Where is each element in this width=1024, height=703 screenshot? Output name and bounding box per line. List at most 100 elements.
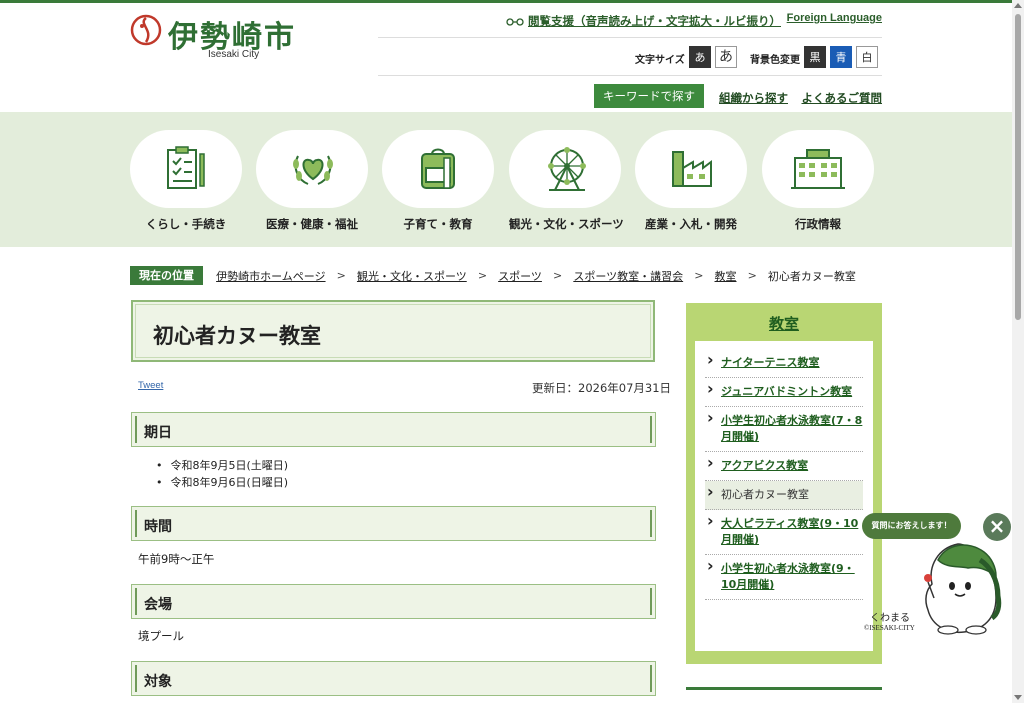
breadcrumb-separator: > (553, 269, 563, 282)
section-heading-text: 対象 (144, 674, 172, 690)
nav-icon-circle (762, 130, 874, 208)
utility-bar-middle: 文字サイズ あ あ 背景色変更 黒 青 白 (378, 38, 882, 76)
reader-support-label: 閲覧支援（音声読み上げ・文字拡大・ルビ振り） (528, 14, 781, 28)
site-name-en: Isesaki City (208, 49, 260, 60)
factory-icon (672, 151, 712, 187)
bg-white-button[interactable]: 白 (856, 46, 878, 68)
tweet-button[interactable]: Tweet (138, 380, 163, 391)
sidebar-item[interactable]: 大人ピラティス教室(9・10月開催) (705, 510, 863, 555)
close-icon[interactable]: × (983, 513, 1011, 541)
nav-icon-circle (509, 130, 621, 208)
checklist-icon (167, 146, 205, 189)
sidebar-item-current: 初心者カヌー教室 (705, 481, 863, 510)
date-list: 令和8年9月5日(土曜日) 令和8年9月6日(日曜日) (156, 457, 289, 491)
heart-laurel-icon (293, 155, 333, 185)
time-text: 午前9時〜正午 (138, 552, 215, 566)
breadcrumb-separator: > (336, 269, 346, 282)
font-size-label: 文字サイズ (635, 55, 685, 66)
nav-icon-circle (382, 130, 494, 208)
breadcrumb: 現在の位置 伊勢崎市ホームページ > 観光・文化・スポーツ > スポーツ > ス… (130, 265, 856, 285)
page-title: 初心者カヌー教室 (153, 324, 321, 348)
breadcrumb-separator: > (694, 269, 704, 282)
updated-date: 更新日：2026年07月31日 (532, 381, 672, 395)
mascot-speech-bubble[interactable]: 質問にお答えします！ (862, 513, 961, 539)
font-size-large-button[interactable]: あ (715, 46, 737, 68)
bg-color-label: 背景色変更 (750, 55, 800, 66)
nav-icon-circle (256, 130, 368, 208)
nav-icon-circle (635, 130, 747, 208)
bg-blue-button[interactable]: 青 (830, 46, 852, 68)
sidebar-item[interactable]: アクアビクス教室 (705, 452, 863, 481)
nav-label: 医療・健康・福祉 (266, 217, 358, 231)
scroll-thumb[interactable] (1015, 14, 1021, 320)
section-heading-text: 期日 (144, 425, 172, 441)
sidebar-item-label: 初心者カヌー教室 (721, 488, 809, 501)
sidebar-menu: 教室 ナイターテニス教室 ジュニアバドミントン教室 小学生初心者水泳教室(7・8… (686, 303, 882, 664)
mascot-kuwamaru-icon[interactable] (918, 540, 1002, 636)
sidebar-item-label: アクアビクス教室 (721, 459, 809, 472)
page-scrollbar[interactable] (1012, 0, 1024, 703)
sidebar-item-label: ナイターテニス教室 (721, 356, 820, 369)
breadcrumb-current: 初心者カヌー教室 (767, 269, 856, 283)
sidebar-item-label: 大人ピラティス教室(9・10月開催) (721, 517, 859, 546)
section-heading-time: 時間 (131, 506, 656, 541)
sidebar-item-label: ジュニアバドミントン教室 (721, 385, 853, 398)
nav-item-health[interactable]: 医療・健康・福祉 (256, 130, 368, 232)
org-search-link[interactable]: 組織から探す (719, 90, 788, 106)
nav-item-childcare[interactable]: 子育て・教育 (382, 130, 494, 232)
keyword-search-button[interactable]: キーワードで探す (594, 84, 704, 108)
nav-item-tourism[interactable]: 観光・文化・スポーツ (509, 130, 624, 232)
font-size-standard-button[interactable]: あ (689, 46, 711, 68)
top-accent-line (0, 0, 1012, 3)
list-item: 令和8年9月5日(土曜日) (156, 457, 289, 474)
sidebar-item[interactable]: ジュニアバドミントン教室 (705, 378, 863, 407)
utility-bar-bottom: キーワードで探す 組織から探す よくあるご質問 (378, 84, 882, 110)
nav-item-administration[interactable]: 行政情報 (762, 130, 874, 232)
global-nav: くらし・手続き 医療・健康・福祉 子育て・教育 観光・文化・スポーツ 産業・入札… (0, 112, 1012, 247)
sidebar-title[interactable]: 教室 (686, 313, 882, 334)
sidebar-item-label: 小学生初心者水泳教室(9・10月開催) (721, 562, 855, 591)
sidebar-item[interactable]: 小学生初心者水泳教室(9・10月開催) (705, 555, 863, 600)
foreign-language-link[interactable]: Foreign Language (787, 12, 882, 24)
nav-icon-circle (130, 130, 242, 208)
faq-link[interactable]: よくあるご質問 (802, 90, 883, 106)
breadcrumb-link[interactable]: 伊勢崎市ホームページ (216, 268, 325, 284)
breadcrumb-link[interactable]: 教室 (715, 268, 737, 284)
sidebar-item[interactable]: 小学生初心者水泳教室(7・8月開催) (705, 407, 863, 452)
sidebar-list: ナイターテニス教室 ジュニアバドミントン教室 小学生初心者水泳教室(7・8月開催… (695, 341, 873, 651)
section-heading-target: 対象 (131, 661, 656, 696)
section-heading-text: 会場 (144, 597, 172, 613)
ferris-wheel-icon (548, 147, 586, 191)
breadcrumb-link[interactable]: スポーツ教室・講習会 (573, 268, 683, 284)
backpack-icon (421, 148, 455, 189)
glasses-icon (506, 17, 524, 26)
scroll-down-arrow-icon[interactable] (1014, 695, 1022, 700)
nav-label: 観光・文化・スポーツ (509, 217, 624, 231)
nav-item-industry[interactable]: 産業・入札・開発 (635, 130, 747, 232)
page-title-box: 初心者カヌー教室 (131, 300, 655, 362)
breadcrumb-separator: > (747, 269, 757, 282)
breadcrumb-badge: 現在の位置 (130, 266, 203, 285)
sidebar-item-label: 小学生初心者水泳教室(7・8月開催) (721, 414, 863, 443)
city-hall-icon (791, 149, 845, 189)
breadcrumb-link[interactable]: 観光・文化・スポーツ (357, 268, 467, 284)
nav-item-living[interactable]: くらし・手続き (130, 130, 242, 232)
section-heading-venue: 会場 (131, 584, 656, 619)
section-heading-text: 時間 (144, 519, 172, 535)
sidebar-item[interactable]: ナイターテニス教室 (705, 349, 863, 378)
site-logo[interactable]: 伊勢崎市 Isesaki City (130, 12, 310, 62)
nav-label: 行政情報 (795, 217, 841, 231)
reader-support-link[interactable]: 閲覧支援（音声読み上げ・文字拡大・ルビ振り） (506, 13, 781, 29)
venue-text: 境プール (138, 629, 184, 643)
breadcrumb-link[interactable]: スポーツ (498, 268, 542, 284)
mascot-copyright: ©ISESAKI-CITY (864, 624, 915, 632)
mascot-name: くわまる (870, 613, 910, 624)
section-heading-date: 期日 (131, 412, 656, 447)
utility-bar-top: 閲覧支援（音声読み上げ・文字拡大・ルビ振り） Foreign Language (378, 12, 882, 38)
list-item: 令和8年9月6日(日曜日) (156, 474, 289, 491)
nav-label: 産業・入札・開発 (645, 217, 737, 231)
nav-label: 子育て・教育 (403, 217, 473, 231)
bg-black-button[interactable]: 黒 (804, 46, 826, 68)
scroll-up-arrow-icon[interactable] (1014, 3, 1022, 8)
nav-label: くらし・手続き (145, 217, 227, 231)
